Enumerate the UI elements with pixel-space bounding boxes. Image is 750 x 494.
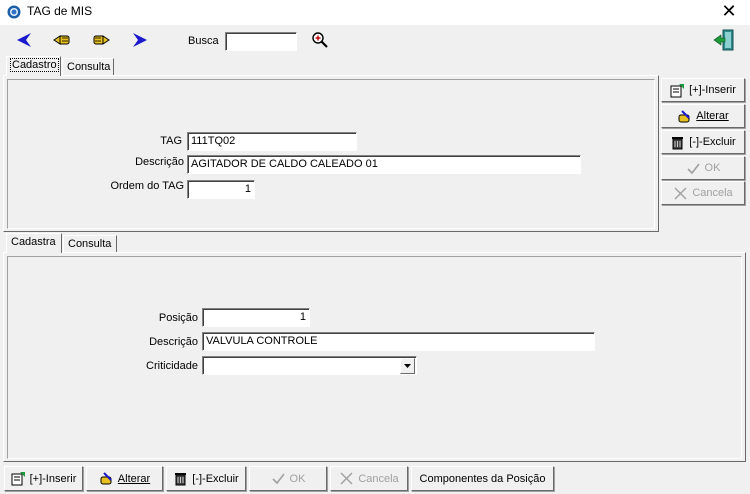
bottom-excluir-button[interactable]: [-]-Excluir [166, 466, 246, 491]
checkmark-icon [271, 473, 285, 485]
bottom-ok-button[interactable]: OK [249, 466, 327, 491]
tab-cadastro[interactable]: Cadastro [6, 56, 61, 76]
busca-input[interactable] [225, 32, 297, 51]
tab-consulta-bottom[interactable]: Consulta [63, 235, 117, 253]
next-icon [93, 35, 110, 45]
criticidade-value [203, 362, 209, 366]
tag-panel [3, 75, 659, 232]
tag-form [7, 79, 655, 229]
search-button[interactable] [307, 29, 333, 51]
edit-hand-icon [100, 472, 112, 485]
trash-icon [175, 473, 187, 486]
insert-icon [670, 83, 685, 97]
next-record-button[interactable] [88, 29, 114, 51]
checkmark-icon [686, 163, 700, 174]
cancel-x-icon [674, 187, 687, 199]
dropdown-button[interactable] [400, 358, 415, 374]
close-icon[interactable]: ✕ [719, 1, 739, 21]
bottom-inserir-button[interactable]: [+]-Inserir [4, 466, 83, 491]
previous-record-button[interactable] [49, 29, 75, 51]
componentes-posicao-button[interactable]: Componentes da Posição [411, 466, 554, 491]
posicao-input[interactable]: 1 [202, 308, 310, 327]
app-icon [7, 5, 21, 19]
tag-label: TAG [160, 135, 182, 147]
insert-icon [11, 472, 25, 486]
criticidade-label: Criticidade [146, 360, 198, 372]
posicao-descricao-input[interactable]: VALVULA CONTROLE [202, 332, 595, 351]
trash-icon [672, 136, 684, 149]
criticidade-select[interactable] [202, 356, 417, 375]
magnifier-icon [312, 32, 328, 48]
title-bar [0, 0, 750, 25]
cancel-x-icon [340, 472, 353, 485]
inserir-button[interactable]: [+]-Inserir [661, 78, 745, 102]
alterar-button[interactable]: Alterar [661, 104, 745, 128]
tab-cadastra[interactable]: Cadastra [6, 233, 62, 253]
bottom-cancela-button[interactable]: Cancela [330, 466, 408, 491]
ok-button[interactable]: OK [661, 156, 745, 180]
descricao-label: Descrição [135, 156, 184, 168]
posicao-descricao-label: Descrição [149, 336, 198, 348]
ordem-label: Ordem do TAG [110, 180, 184, 192]
chevron-down-icon [404, 364, 411, 368]
descricao-input[interactable]: AGITADOR DE CALDO CALEADO 01 [187, 155, 581, 174]
bottom-alterar-button[interactable]: Alterar [86, 466, 163, 491]
excluir-button[interactable]: [-]-Excluir [661, 130, 745, 154]
tag-input[interactable]: 111TQ02 [187, 132, 357, 151]
exit-button[interactable] [710, 28, 738, 52]
busca-label: Busca [188, 35, 219, 47]
tab-consulta-top[interactable]: Consulta [62, 58, 114, 76]
first-icon [17, 33, 31, 47]
posicao-label: Posição [158, 312, 198, 324]
previous-icon [53, 35, 70, 45]
ordem-input[interactable]: 1 [187, 180, 255, 199]
exit-door-icon [713, 29, 734, 51]
last-icon [133, 33, 147, 47]
cancela-button[interactable]: Cancela [661, 181, 745, 205]
window-title: TAG de MIS [27, 4, 93, 18]
edit-hand-icon [678, 109, 691, 122]
first-record-button[interactable] [11, 29, 37, 51]
last-record-button[interactable] [127, 29, 153, 51]
